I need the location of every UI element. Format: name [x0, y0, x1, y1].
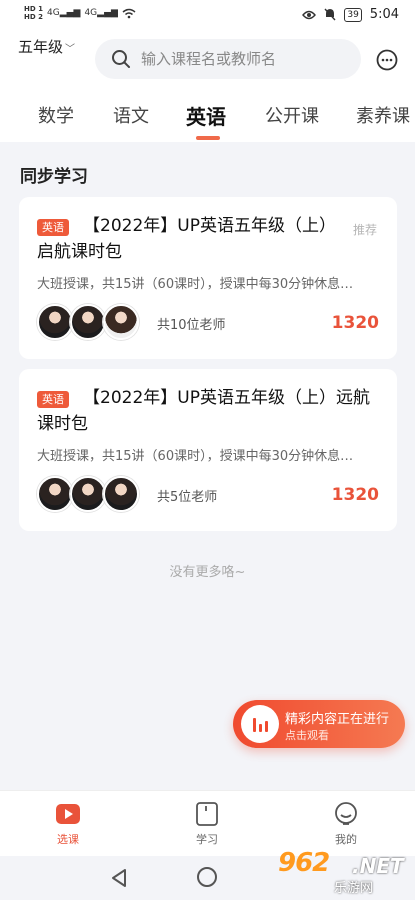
mute-icon: [324, 8, 336, 21]
search-bar[interactable]: [95, 39, 361, 79]
subject-tabs: ▌ 数学 语文 英语 公开课 素养课: [0, 96, 415, 142]
network-type-2: 4G: [84, 8, 98, 18]
section-title: 同步学习: [20, 167, 88, 187]
battery-icon: 39: [344, 7, 362, 22]
tab-public-class[interactable]: 公开课: [265, 102, 319, 128]
search-icon: [112, 50, 130, 68]
header: 五年级﹀ ▌ 数学 语文 英语 公开课 素养课: [0, 32, 415, 142]
no-more-text: 没有更多咯~: [169, 565, 246, 580]
watermark-number: 962: [278, 848, 330, 878]
search-input[interactable]: [141, 50, 351, 68]
watermark-net: .NET: [352, 854, 404, 878]
network-type-1: 4G: [46, 8, 60, 18]
back-icon[interactable]: [110, 868, 128, 888]
teacher-count: 共10位老师: [157, 318, 226, 333]
nav-label: 我的: [335, 833, 357, 846]
teacher-count: 共5位老师: [157, 490, 218, 505]
home-icon[interactable]: [197, 867, 217, 887]
clock: 5:04: [369, 7, 399, 22]
grade-selector[interactable]: 五年级 ﹀: [18, 36, 75, 57]
nav-profile[interactable]: 我的: [316, 801, 376, 847]
live-banner-subtitle: 点击观看: [285, 729, 329, 742]
eye-icon: [302, 10, 317, 19]
avatar: [70, 304, 106, 340]
course-price: 1320: [331, 313, 379, 333]
status-bar: HD 1 HD 2 4G▂▄▆ 4G▂▄▆ 39 5:04: [0, 0, 415, 32]
nav-label: 学习: [196, 833, 218, 846]
recommend-badge: 推荐: [352, 223, 377, 237]
nav-select-course[interactable]: 选课: [38, 801, 98, 847]
grade-label: 五年级: [18, 38, 64, 56]
course-card[interactable]: 英语 【2022年】UP英语五年级（上）启航课时包 推荐 大班授课，共15讲（6…: [19, 197, 397, 359]
wifi-icon: [122, 8, 136, 18]
teacher-avatars: [37, 476, 139, 512]
tab-literacy-class[interactable]: 素养课: [356, 102, 410, 128]
signal-icon-2: 4G▂▄▆: [84, 8, 118, 18]
tab-chinese[interactable]: 语文: [113, 102, 149, 128]
avatar: [70, 476, 106, 512]
course-card[interactable]: 英语 【2022年】UP英语五年级（上）远航课时包 大班授课，共15讲（60课时…: [19, 369, 397, 531]
live-bars-icon: [241, 705, 279, 743]
live-banner-title: 精彩内容正在进行: [285, 712, 390, 727]
book-icon: [196, 802, 218, 826]
course-title: 【2022年】UP英语五年级（上）远航课时包: [37, 388, 370, 434]
watermark-logo: 962 .NET 乐游网: [278, 846, 410, 896]
chevron-down-icon: ﹀: [65, 44, 76, 55]
course-description: 大班授课，共15讲（60课时），授课中每30分钟休息…: [37, 449, 354, 464]
tab-english[interactable]: 英语: [186, 101, 226, 130]
profile-icon: [335, 802, 357, 825]
live-banner[interactable]: 精彩内容正在进行 点击观看: [233, 700, 405, 748]
nav-label: 选课: [57, 833, 79, 846]
watermark-text: 乐游网: [334, 881, 374, 896]
course-title: 【2022年】UP英语五年级（上）启航课时包: [37, 216, 336, 262]
course-price: 1320: [331, 485, 379, 505]
tab-math[interactable]: 数学: [38, 102, 74, 128]
play-icon: [56, 804, 80, 824]
avatar: [37, 476, 73, 512]
signal-icon: 4G▂▄▆: [46, 8, 81, 18]
tab-active-indicator: [196, 136, 220, 140]
nav-study[interactable]: 学习: [177, 801, 237, 847]
message-icon[interactable]: [376, 49, 398, 71]
course-description: 大班授课，共15讲（60课时），授课中每30分钟休息…: [37, 277, 354, 292]
avatar: [37, 304, 73, 340]
sim2-label: HD 2: [24, 13, 43, 21]
sim1-label: HD 1: [24, 5, 43, 13]
avatar: [103, 476, 139, 512]
avatar: [103, 304, 139, 340]
sim-indicator: HD 1 HD 2: [24, 5, 43, 21]
teacher-avatars: [37, 304, 139, 340]
